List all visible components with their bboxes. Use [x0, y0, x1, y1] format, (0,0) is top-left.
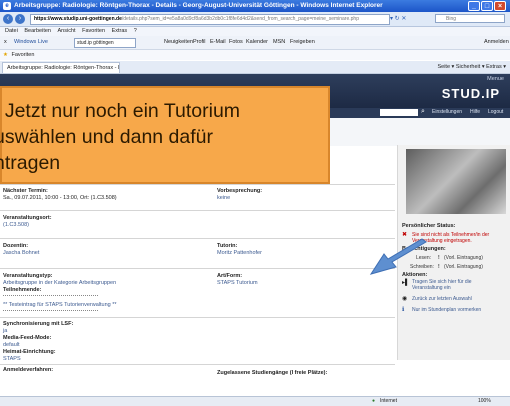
dotted-separator [3, 310, 98, 311]
window-titlebar: e Arbeitsgruppe: Radiologie: Röntgen-Tho… [0, 0, 510, 12]
back-circle-icon: ◉ [402, 296, 408, 302]
toolbar-close[interactable]: x [4, 36, 7, 49]
url-path: /details.php?sem_id=e5a8a0d9cf8a6d3b2db0… [121, 16, 359, 22]
tutorial-callout: . Jetzt nur noch ein Tutorium uswählen u… [0, 86, 330, 184]
menu-file[interactable]: Datei [5, 28, 18, 34]
info-icon: ℹ [402, 307, 405, 313]
divider [0, 364, 395, 365]
close-window-button[interactable]: × [494, 1, 506, 11]
url-host: https://www.studip.uni-goettingen.de [34, 16, 122, 22]
pointer-arrow [369, 238, 427, 275]
back-button[interactable]: ‹ [3, 14, 13, 24]
divider [0, 238, 395, 239]
web-search-input[interactable]: Bing [435, 14, 505, 23]
minimize-button[interactable]: _ [468, 1, 480, 11]
callout-text: . Jetzt nur noch ein Tutorium uswählen u… [0, 98, 324, 176]
favorites-star-icon: ★ [3, 52, 8, 58]
menu-edit[interactable]: Bearbeiten [24, 28, 51, 34]
tab-row: Arbeitsgruppe: Radiologie: Röntgen-Thora… [0, 61, 510, 74]
toolbar-link-profile[interactable]: Profil [193, 36, 206, 49]
callout-line-3: ntragen [0, 152, 61, 174]
status-heading: Persönlicher Status: [402, 223, 456, 229]
nav-logout[interactable]: Logout [488, 109, 503, 115]
toolbar-link-calendar[interactable]: Kalender [246, 36, 268, 49]
form-label: Art/Form: [217, 273, 243, 279]
course-image [406, 149, 506, 214]
next-date-label: Nächster Termin: [3, 188, 48, 194]
menu-bar: Datei Bearbeiten Ansicht Favoriten Extra… [0, 27, 510, 36]
favorites-bar: ★ Favoriten [0, 50, 510, 60]
ie-logo-icon: e [3, 2, 11, 10]
windows-live-toolbar: x Windows Live stud.ip göttingen Neuigke… [0, 36, 510, 50]
toolbar-link-email[interactable]: E-Mail [210, 36, 226, 49]
location-value: (1.C3.508) [3, 222, 29, 228]
exclamation-icon: ! [438, 255, 440, 261]
exclamation-icon: ! [438, 264, 440, 270]
divider [0, 268, 395, 269]
signin-link[interactable]: Anmelden [484, 36, 509, 49]
description-value: ** Testeintrag für STAPS Tutorienverwalt… [3, 302, 117, 308]
toolbar-link-photos[interactable]: Fotos [229, 36, 243, 49]
back-to-selection-link[interactable]: Zurück zur letzten Auswahl [412, 296, 472, 302]
error-x-icon: ✖ [402, 232, 408, 238]
media-value: default [3, 342, 20, 348]
participants-label: Teilnehmende: [3, 287, 42, 293]
prelim-label: Vorbesprechung: [217, 188, 263, 194]
write-value: (Vorl. Eintragung) [444, 264, 483, 270]
course-details: Nächster Termin: Sa., 09.07.2011, 10:00 … [0, 184, 396, 396]
schedule-link[interactable]: Nur im Stundenplan vormerken [412, 307, 481, 313]
nav-help[interactable]: Hilfe [470, 109, 480, 115]
prelim-value: keine [217, 195, 231, 201]
address-bar: ‹ › https://www.studip.uni-goettingen.de… [0, 12, 510, 27]
callout-line-1: . Jetzt nur noch ein Tutorium [0, 100, 241, 122]
quota-label: Zugelassene Studiengänge (I freie Plätze… [217, 370, 328, 376]
favorites-label[interactable]: Favoriten [11, 52, 34, 58]
toolbar-link-msn[interactable]: MSN [273, 36, 285, 49]
browser-tab[interactable]: Arbeitsgruppe: Radiologie: Röntgen-Thora… [2, 62, 120, 73]
toolbar-link-share[interactable]: Freigeben [290, 36, 315, 49]
studip-logo: STUD.IP [441, 86, 500, 101]
lecturer-label: Dozentin: [3, 243, 29, 249]
forward-button[interactable]: › [15, 14, 25, 24]
search-icon[interactable]: ⌕ [421, 108, 425, 116]
sync-label: Synchronisierung mit LSF: [3, 321, 74, 327]
registration-label: Anmeldeverfahren: [3, 367, 54, 373]
enroll-link-2[interactable]: Veranstaltung ein [412, 285, 451, 291]
lecturer-link[interactable]: Jascha Bohnet [3, 250, 39, 256]
enroll-arrow-icon: ▸▌ [402, 280, 410, 286]
studip-menue-link[interactable]: Menue [487, 76, 504, 82]
location-label: Veranstaltungsort: [3, 215, 52, 221]
nav-settings[interactable]: Einstellungen [432, 109, 462, 115]
menu-tools[interactable]: Extras [112, 28, 128, 34]
url-input[interactable]: https://www.studip.uni-goettingen.de/det… [30, 14, 390, 25]
window-title: Arbeitsgruppe: Radiologie: Röntgen-Thora… [14, 2, 383, 9]
page-tools[interactable]: Seite ▾ Sicherheit ▾ Extras ▾ [437, 61, 506, 73]
tutors-label: Tutorin: [217, 243, 238, 249]
home-label: Heimat-Einrichtung: [3, 349, 56, 355]
windows-live-label[interactable]: Windows Live [14, 36, 48, 49]
menu-view[interactable]: Ansicht [58, 28, 76, 34]
next-date-value: Sa., 09.07.2011, 10:00 - 13:00, Ort: (1.… [3, 195, 117, 201]
menu-help[interactable]: ? [134, 28, 137, 34]
toolbar-search-input[interactable]: stud.ip göttingen [74, 38, 136, 48]
type-label: Veranstaltungstyp: [3, 273, 53, 279]
divider [0, 210, 395, 211]
home-value[interactable]: STAPS [3, 356, 21, 362]
form-value: STAPS Tutorium [217, 280, 258, 286]
refresh-stop-icons[interactable]: ▾ ↻ ✕ [390, 15, 430, 23]
divider [0, 317, 395, 318]
tutor-link[interactable]: Moritz Pattenhofer [217, 250, 262, 256]
studip-search-input[interactable] [380, 109, 418, 116]
maximize-button[interactable]: □ [481, 1, 493, 11]
callout-line-2: uswählen und dann dafür [0, 126, 214, 148]
read-value: (Vorl. Eintragung) [444, 255, 483, 261]
menu-favorites[interactable]: Favoriten [82, 28, 105, 34]
type-value: Arbeitsgruppe in der Kategorie Arbeitsgr… [3, 280, 117, 286]
toolbar-link-news[interactable]: Neuigkeiten [164, 36, 193, 49]
divider [0, 184, 395, 185]
sync-value: ja [3, 328, 8, 334]
media-label: Media-Feed-Mode: [3, 335, 52, 341]
dotted-separator [3, 295, 98, 296]
